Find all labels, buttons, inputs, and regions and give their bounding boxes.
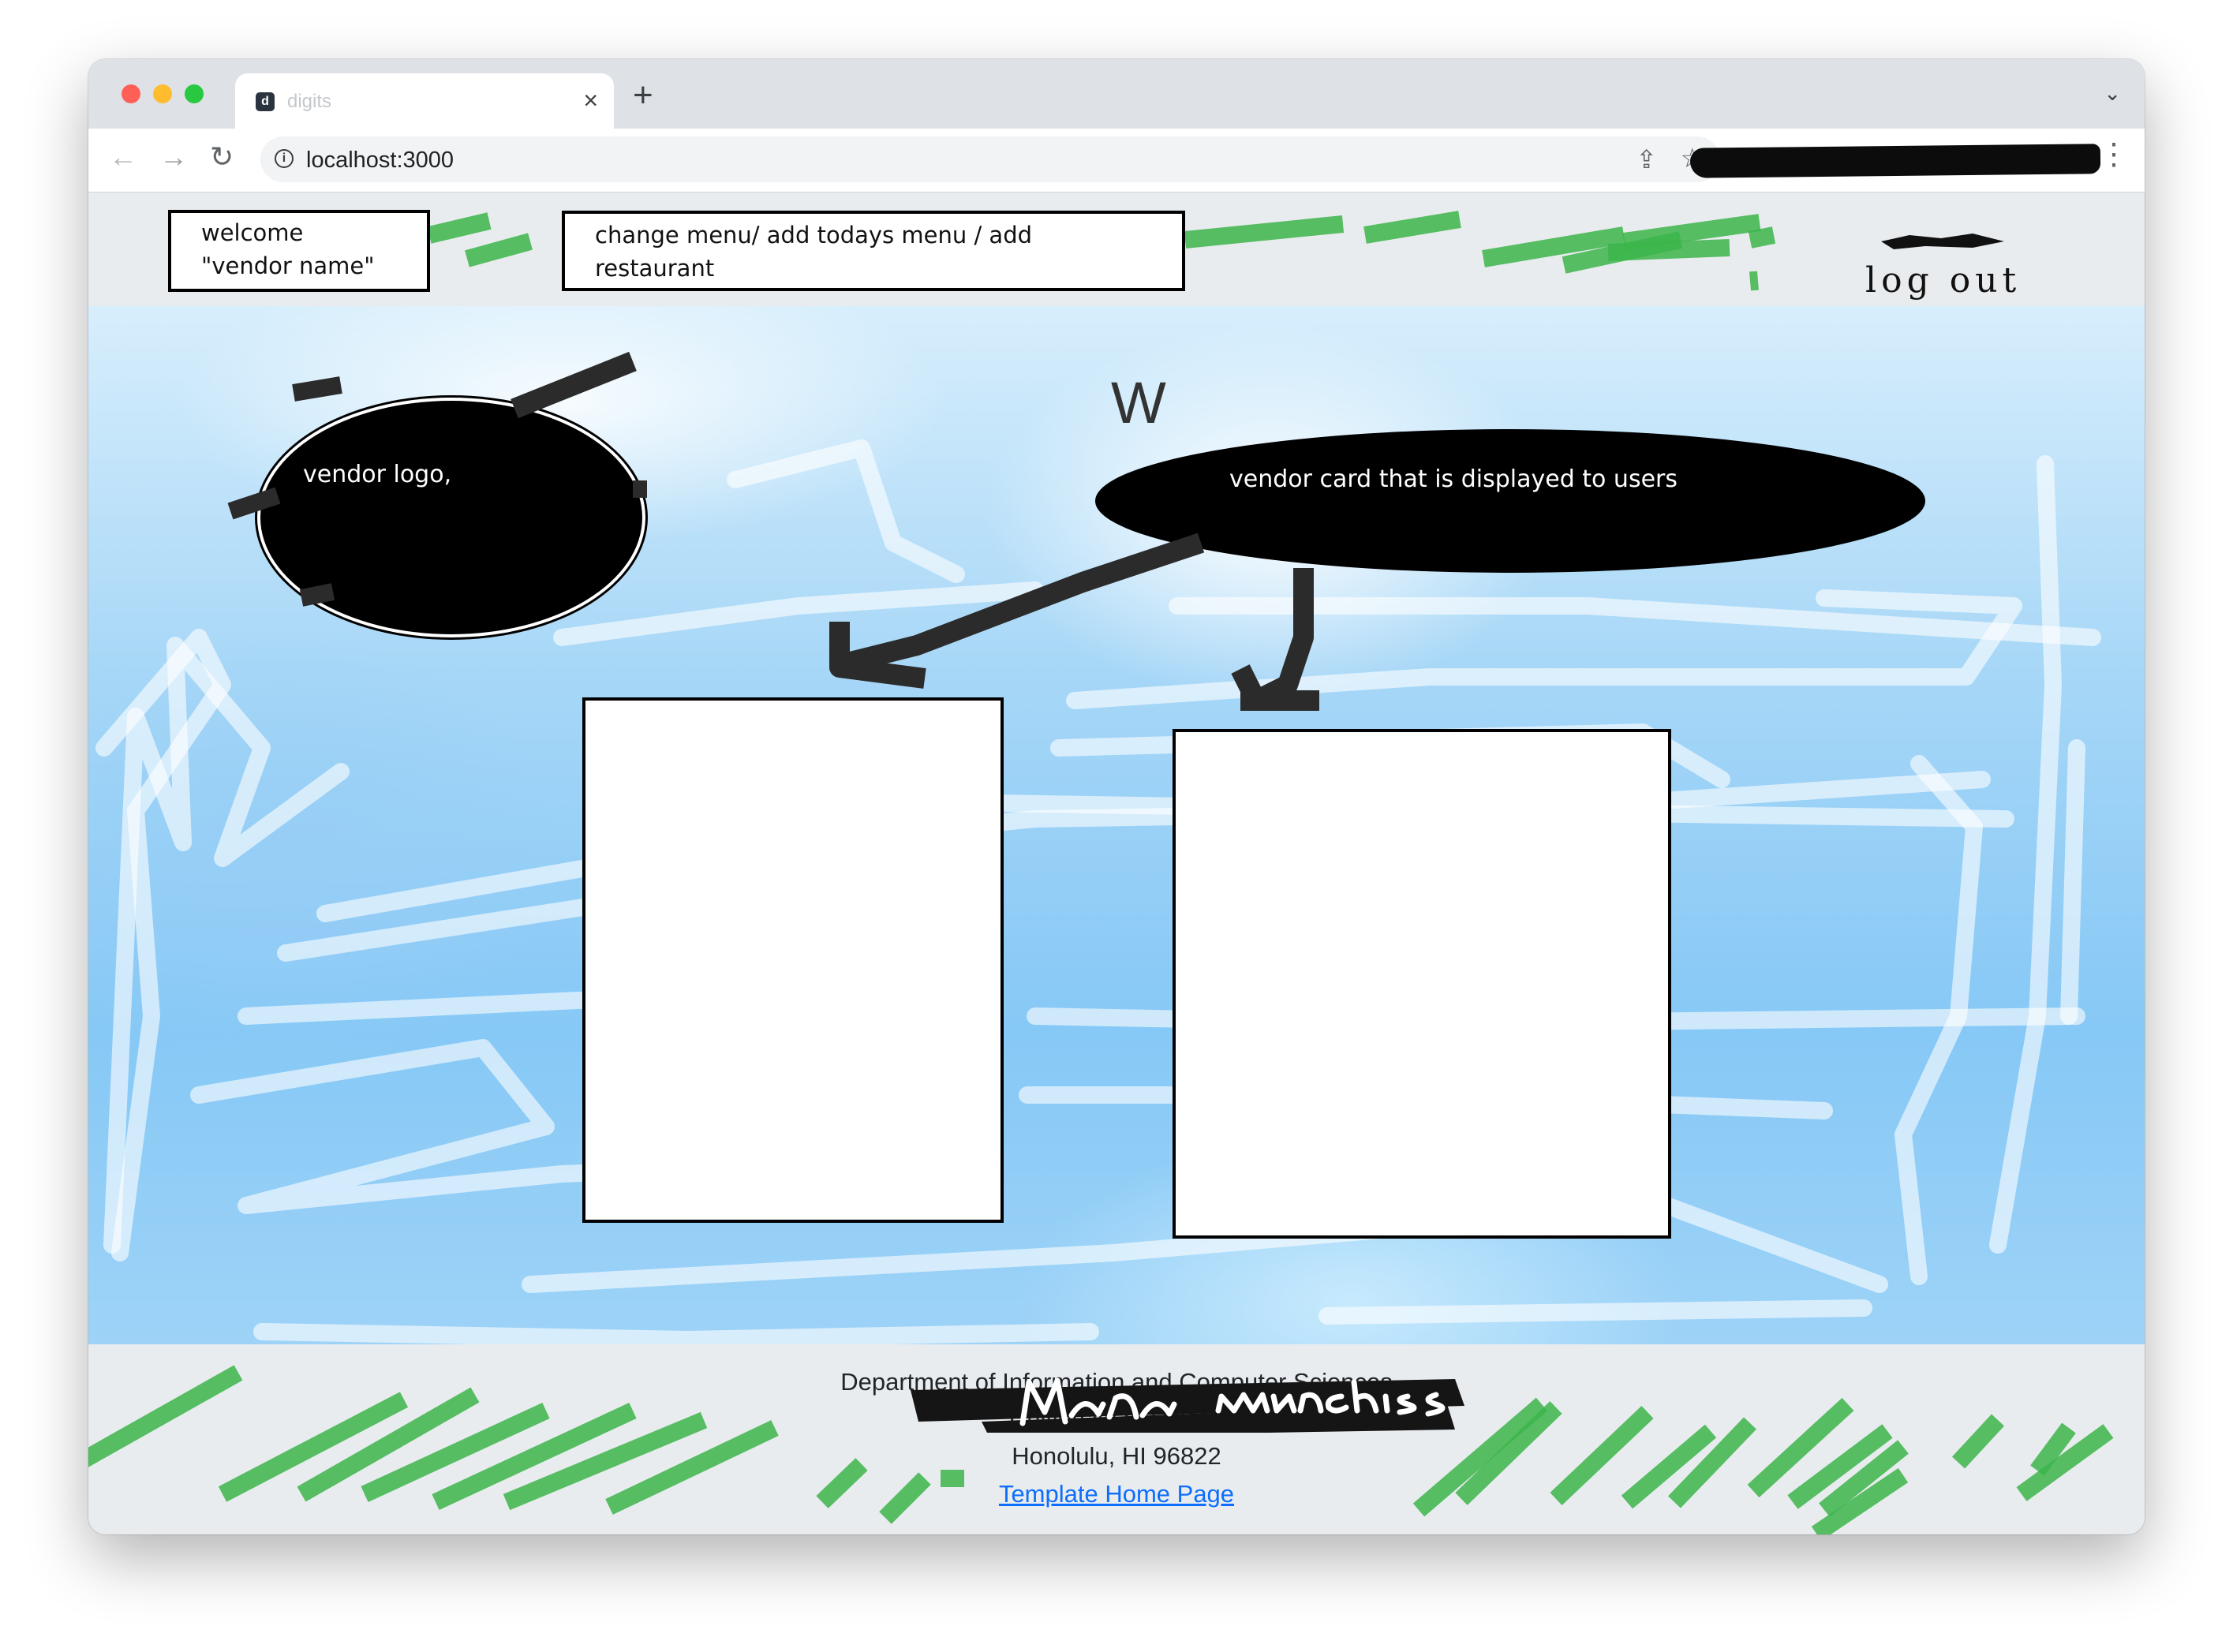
close-tab-icon[interactable]: × [583,86,598,114]
browser-tab[interactable]: d digits × [235,73,614,129]
redaction-scribble [1689,144,2101,178]
tab-search-icon[interactable]: ⌄ [2104,81,2121,106]
footer-green-strokes [88,1365,2114,1534]
tab-title: digits [287,91,332,112]
minimize-window-button[interactable] [153,84,172,103]
hero-section: W vendor logo, vendor card that is displ… [88,306,2145,1344]
share-icon[interactable]: ⇪ [1636,144,1657,174]
vendor-card-right[interactable] [1173,729,1671,1239]
forward-arrow-icon[interactable]: → [159,141,188,173]
new-tab-icon[interactable]: + [633,78,653,113]
site-info-icon[interactable]: i [275,149,294,168]
back-arrow-icon[interactable]: ← [109,141,137,173]
url-text[interactable]: localhost:3000 [306,148,454,174]
browser-toolbar: ← → ↻ i localhost:3000 ⇪ ☆ ⋮ [88,129,2145,192]
vendor-card-left[interactable] [582,697,1004,1223]
logout-scribble [1881,234,2004,249]
logout-link[interactable]: log out [1865,260,2021,301]
browser-menu-icon[interactable]: ⋮ [2099,136,2129,172]
change-menu-note[interactable]: change menu/ add todays menu / add resta… [562,211,1185,291]
reload-icon[interactable]: ↻ [210,141,234,173]
address-bar[interactable]: i localhost:3000 ⇪ ☆ [260,136,1720,182]
welcome-vendor-note: welcome "vendor name" [168,210,430,292]
maximize-window-button[interactable] [185,84,204,103]
close-window-button[interactable] [122,84,140,103]
annotation-arrows [227,351,1319,711]
tab-strip: d digits × + ⌄ [88,59,2145,129]
page-navbar: welcome "vendor name" change menu/ add t… [88,192,2145,306]
favicon-icon: d [256,92,275,111]
browser-window: d digits × + ⌄ ← → ↻ i localhost:3000 ⇪ … [88,59,2145,1534]
page-footer: Department of Information and Computer S… [88,1344,2145,1534]
